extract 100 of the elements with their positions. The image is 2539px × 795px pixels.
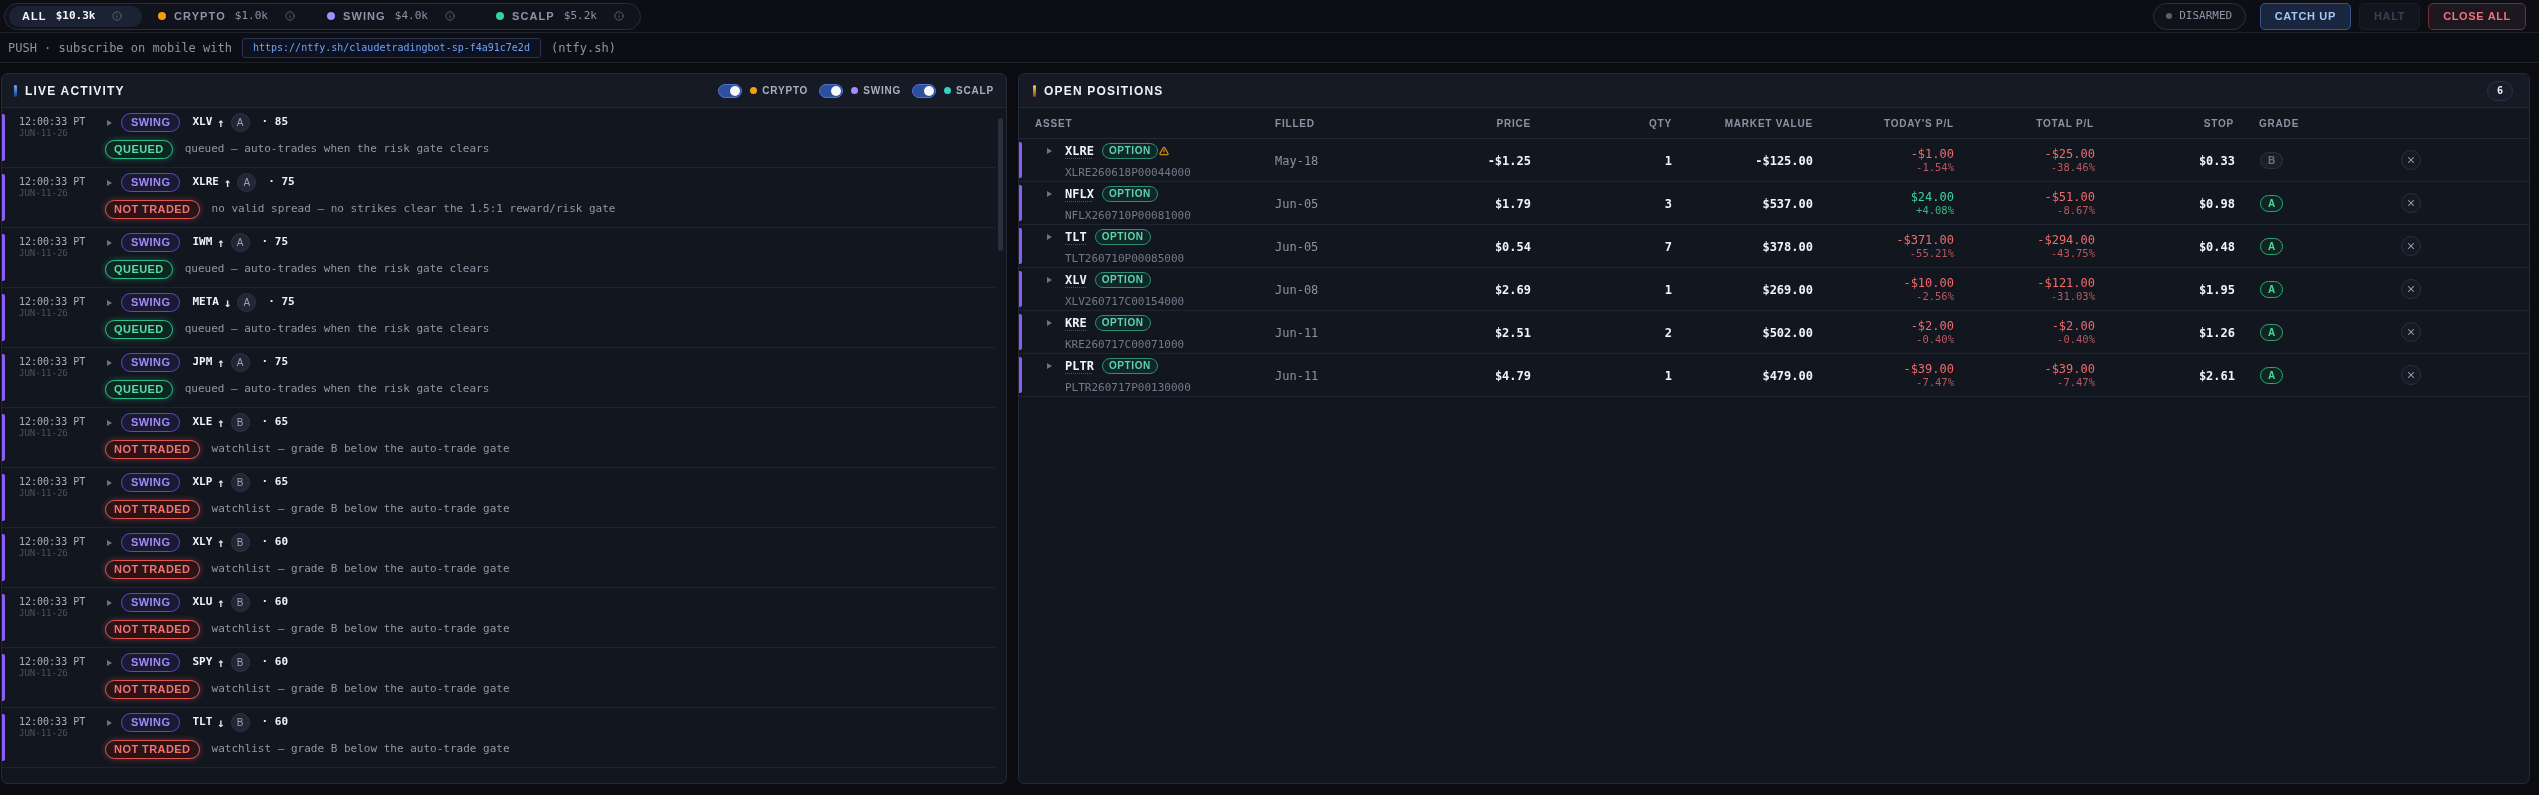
link-domain-text: (ntfy.sh) (550, 39, 616, 57)
close-icon (2406, 241, 2416, 251)
ticker-symbol: SPY (192, 654, 213, 671)
direction-arrow: ↑ (217, 234, 225, 252)
filter-toggle-switch[interactable] (912, 83, 937, 98)
ntfy-subscribe-link[interactable]: https://ntfy.sh/claudetradingbot-sp-f4a91c7e2d (241, 37, 541, 58)
pl-amount: -$2.00 (1910, 318, 1954, 333)
status-tag: QUEUED (105, 260, 173, 279)
close-position-button[interactable] (2401, 236, 2421, 256)
event-date: JUN-11-26 (19, 188, 68, 199)
grade-badge: B (2260, 151, 2283, 169)
market-value: $269.00 (1762, 283, 1813, 297)
column-header: FILLED (1275, 116, 1316, 131)
status-tag: NOT TRADED (105, 680, 200, 699)
signal-score: · 75 (268, 294, 295, 311)
expand-caret-icon[interactable] (1047, 319, 1052, 326)
event-date: JUN-11-26 (19, 368, 68, 379)
pl-percent: -1.54% (1916, 160, 1954, 174)
grade-badge: B (230, 593, 250, 612)
close-position-button[interactable] (2401, 365, 2421, 385)
panel-title: LIVE ACTIVITY (25, 82, 125, 100)
row-accent-bar (1019, 314, 1022, 350)
expand-caret-icon[interactable] (1047, 362, 1052, 369)
filter-label: SCALP (956, 84, 994, 98)
contract-symbol: KRE260717C00071000 (1065, 338, 1185, 352)
expand-caret-icon[interactable] (1047, 190, 1052, 197)
price-value: $2.69 (1494, 283, 1531, 297)
pl-percent: -55.21% (1909, 246, 1954, 260)
portfolio-segment[interactable]: SCALP $5.2k (490, 5, 638, 27)
ticker-symbol: TLT (192, 714, 213, 731)
filled-date: Jun-11 (1275, 326, 1319, 340)
pl-amount: -$39.00 (2044, 361, 2095, 376)
status-tag: NOT TRADED (105, 200, 200, 219)
expand-caret-icon[interactable] (107, 659, 112, 666)
close-position-button[interactable] (2401, 150, 2421, 170)
ticker-symbol: XLRE (1065, 142, 1094, 160)
expand-caret-icon[interactable] (1047, 276, 1052, 283)
expand-caret-icon[interactable] (107, 599, 112, 606)
event-message: queued — auto-trades when the risk gate clears (184, 141, 490, 158)
expand-caret-icon[interactable] (1047, 233, 1052, 240)
direction-arrow: ↑ (217, 594, 225, 612)
event-date: JUN-11-26 (19, 428, 68, 439)
quantity-value: 7 (1664, 240, 1672, 254)
instrument-type-tag: OPTION (1094, 228, 1151, 245)
scrollbar-thumb[interactable] (998, 118, 1003, 251)
close-icon (2406, 327, 2416, 337)
panel-marker-icon (1033, 84, 1036, 97)
row-accent-bar (1019, 228, 1022, 264)
strategy-tag: SWING (121, 653, 181, 672)
pl-amount: -$51.00 (2044, 189, 2095, 204)
filter-toggle-switch[interactable] (718, 83, 743, 98)
expand-caret-icon[interactable] (107, 539, 112, 546)
portfolio-segment[interactable]: CRYPTO $1.0k (152, 5, 300, 27)
position-count-badge: 6 (2487, 80, 2513, 101)
expand-caret-icon[interactable] (107, 719, 112, 726)
ticker-symbol: XLE (192, 414, 213, 431)
column-header: TOTAL P/L (2035, 116, 2094, 131)
event-time: 12:00:33 PT (19, 716, 86, 728)
expand-caret-icon[interactable] (107, 119, 112, 126)
expand-caret-icon[interactable] (107, 179, 112, 186)
column-header: TODAY'S P/L (1882, 116, 1954, 131)
grade-badge: B (230, 473, 250, 492)
stop-value: $0.48 (2198, 240, 2235, 254)
row-accent-bar (1019, 185, 1022, 221)
ticker-symbol: XLU (192, 594, 213, 611)
close-icon (2406, 370, 2416, 380)
event-date: JUN-11-26 (19, 248, 68, 259)
filter-toggle-switch[interactable] (819, 83, 844, 98)
ticker-symbol: XLV (192, 114, 213, 131)
market-value: $502.00 (1762, 326, 1813, 340)
close-position-button[interactable] (2401, 193, 2421, 213)
expand-caret-icon[interactable] (107, 299, 112, 306)
action-button[interactable]: CLOSE ALL (2428, 2, 2526, 30)
pl-percent: -0.40% (2057, 332, 2095, 346)
event-message: queued — auto-trades when the risk gate clears (184, 261, 490, 278)
info-icon (112, 11, 123, 21)
expand-caret-icon[interactable] (107, 359, 112, 366)
expand-caret-icon[interactable] (107, 479, 112, 486)
quantity-value: 2 (1664, 326, 1672, 340)
signal-score: · 85 (261, 114, 289, 131)
action-button[interactable]: CATCH UP (2259, 2, 2351, 30)
pl-amount: -$1.00 (1910, 146, 1954, 161)
status-tag: NOT TRADED (105, 740, 200, 759)
portfolio-segment[interactable]: ALL $10.3k (9, 5, 142, 27)
portfolio-segment[interactable]: SWING $4.0k (321, 5, 469, 27)
pl-percent: -8.67% (2057, 203, 2095, 217)
event-time: 12:00:33 PT (19, 596, 86, 608)
ticker-symbol: XLY (192, 534, 213, 551)
event-date: JUN-11-26 (19, 728, 68, 739)
ticker-symbol: KRE (1065, 314, 1087, 332)
signal-score: · 60 (261, 714, 289, 731)
grade-badge: B (230, 533, 250, 552)
expand-caret-icon[interactable] (107, 239, 112, 246)
close-position-button[interactable] (2401, 279, 2421, 299)
close-position-button[interactable] (2401, 322, 2421, 342)
filled-date: Jun-08 (1275, 283, 1319, 297)
pl-percent: +4.08% (1916, 203, 1954, 217)
expand-caret-icon[interactable] (107, 419, 112, 426)
expand-caret-icon[interactable] (1047, 147, 1052, 154)
direction-arrow: ↑ (217, 534, 225, 552)
